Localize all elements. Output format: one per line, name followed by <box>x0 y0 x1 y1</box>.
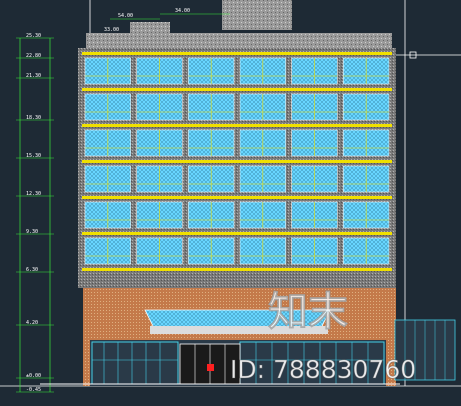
floor-band <box>82 52 392 55</box>
floor-band <box>82 232 392 235</box>
watermark-brand: 知末 <box>268 289 348 335</box>
level-label: 6.30 <box>26 267 38 273</box>
level-label: 15.30 <box>26 153 41 159</box>
watermark-id: ID: 788830760 <box>230 355 416 384</box>
floor-band <box>82 124 392 127</box>
floor-band <box>82 268 392 271</box>
level-label: 25.30 <box>26 33 41 39</box>
level-label: 21.30 <box>26 73 41 79</box>
top-dimension-label: 34.00 <box>175 8 190 14</box>
level-label: 12.30 <box>26 191 41 197</box>
floor-band <box>82 160 392 163</box>
top-dimension-label: 33.00 <box>104 27 119 33</box>
elevation-drawing: 54.00 33.00 34.00 25.30 22.80 21.30 18.30 15… <box>0 0 461 393</box>
level-label: 22.80 <box>26 53 41 59</box>
level-label: 9.30 <box>26 229 38 235</box>
floor-band <box>82 88 392 91</box>
floor-band <box>82 196 392 199</box>
level-dimensions: 25.30 22.80 21.30 18.30 15.30 12.30 9.30 6.30 4.… <box>16 33 54 393</box>
level-label: 18.30 <box>26 115 41 121</box>
level-label: 4.20 <box>26 320 38 326</box>
level-label: ±0.00 <box>26 373 41 379</box>
level-label: -0.45 <box>26 387 41 393</box>
top-dimension-label: 54.00 <box>118 13 133 19</box>
roof-structure <box>86 0 392 51</box>
